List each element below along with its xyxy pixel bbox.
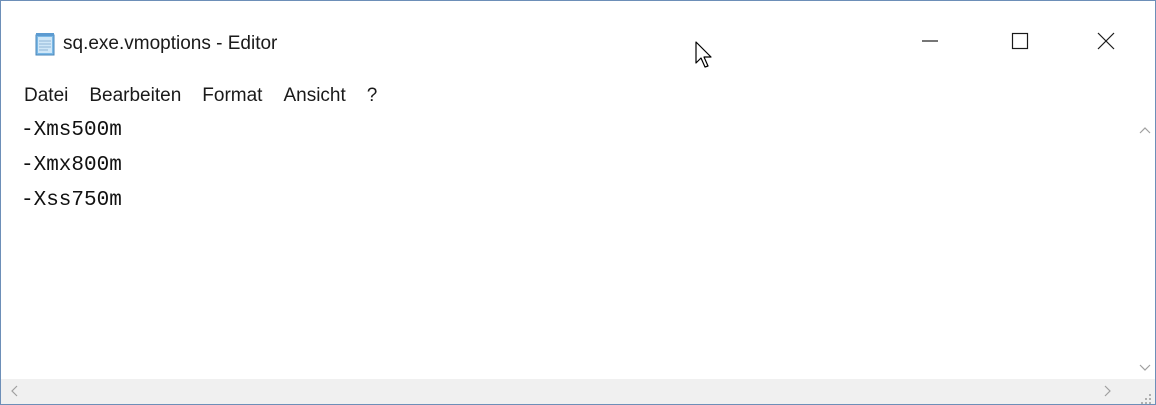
menu-item-bearbeiten[interactable]: Bearbeiten <box>89 85 181 107</box>
maximize-icon <box>1010 31 1030 56</box>
mouse-cursor-icon <box>695 41 717 71</box>
notepad-window: sq.exe.vmoptions - Editor Datei Bearbeit… <box>0 0 1156 405</box>
close-button[interactable] <box>1083 23 1129 63</box>
chevron-down-icon <box>1139 359 1151 377</box>
minimize-icon <box>920 31 940 56</box>
menu-item-help[interactable]: ? <box>367 85 378 107</box>
chevron-up-icon <box>1139 121 1151 139</box>
window-title: sq.exe.vmoptions - Editor <box>63 33 278 54</box>
menu-bar: Datei Bearbeiten Format Ansicht ? <box>1 81 1155 111</box>
notepad-icon[interactable] <box>34 32 56 56</box>
close-icon <box>1096 31 1116 56</box>
scroll-down-button[interactable] <box>1134 357 1155 378</box>
scroll-up-button[interactable] <box>1134 119 1155 140</box>
minimize-button[interactable] <box>907 23 953 63</box>
menu-item-ansicht[interactable]: Ansicht <box>283 85 345 107</box>
maximize-button[interactable] <box>997 23 1043 63</box>
scroll-right-button[interactable] <box>1097 382 1118 403</box>
title-bar[interactable]: sq.exe.vmoptions - Editor <box>1 1 1155 81</box>
resize-grip-icon <box>1134 393 1155 404</box>
scroll-left-button[interactable] <box>3 382 24 403</box>
resize-grip[interactable] <box>1134 379 1155 404</box>
menu-item-datei[interactable]: Datei <box>24 85 68 107</box>
horizontal-scrollbar[interactable] <box>1 379 1134 404</box>
editor-line: -Xss750m <box>21 189 122 212</box>
editor-line: -Xmx800m <box>21 154 122 177</box>
vertical-scrollbar[interactable] <box>1134 111 1155 379</box>
editor-line: -Xms500m <box>21 119 122 142</box>
chevron-left-icon <box>10 384 18 402</box>
menu-item-format[interactable]: Format <box>202 85 262 107</box>
chevron-right-icon <box>1104 384 1112 402</box>
text-editor-area[interactable]: -Xms500m -Xmx800m -Xss750m <box>1 111 1134 379</box>
